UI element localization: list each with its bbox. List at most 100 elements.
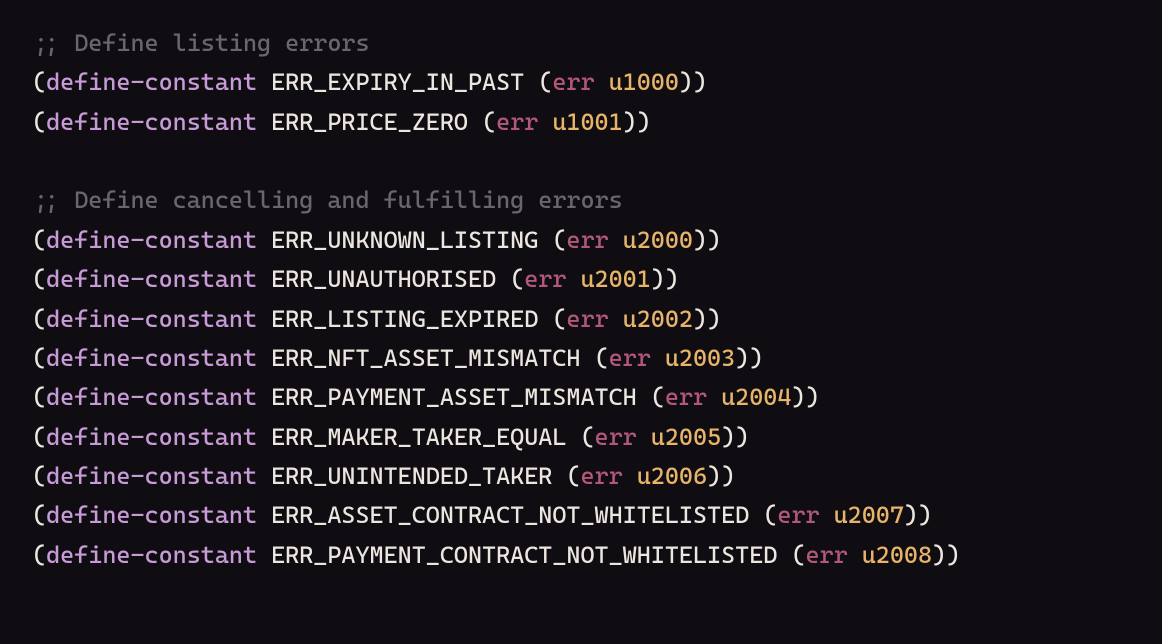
constant-name: ERR_PAYMENT_ASSET_MISMATCH bbox=[271, 383, 637, 411]
keyword-define-constant: define-constant bbox=[46, 108, 257, 136]
keyword-define-constant: define-constant bbox=[46, 344, 257, 372]
paren-close: ) bbox=[918, 501, 932, 529]
paren-open: ( bbox=[32, 265, 46, 293]
paren-close: ) bbox=[735, 344, 749, 372]
uint-literal: u2001 bbox=[580, 265, 650, 293]
uint-literal: u2003 bbox=[665, 344, 735, 372]
blank-line bbox=[32, 142, 1130, 181]
uint-literal: u2006 bbox=[637, 462, 707, 490]
keyword-define-constant: define-constant bbox=[46, 383, 257, 411]
paren-open: ( bbox=[580, 423, 594, 451]
paren-close: ) bbox=[721, 423, 735, 451]
paren-close: ) bbox=[735, 423, 749, 451]
err-fn: err bbox=[566, 305, 608, 333]
paren-close: ) bbox=[623, 108, 637, 136]
code-line: (define-constant ERR_ASSET_CONTRACT_NOT_… bbox=[32, 496, 1130, 535]
paren-open: ( bbox=[32, 108, 46, 136]
code-block: ;; Define listing errors(define-constant… bbox=[0, 0, 1162, 599]
paren-close: ) bbox=[707, 462, 721, 490]
paren-close: ) bbox=[721, 462, 735, 490]
code-comment-line: ;; Define listing errors bbox=[32, 24, 1130, 63]
keyword-define-constant: define-constant bbox=[46, 68, 257, 96]
code-comment-line: ;; Define cancelling and fulfilling erro… bbox=[32, 181, 1130, 220]
paren-close: ) bbox=[651, 265, 665, 293]
keyword-define-constant: define-constant bbox=[46, 501, 257, 529]
uint-literal: u1001 bbox=[552, 108, 622, 136]
code-line: (define-constant ERR_UNINTENDED_TAKER (e… bbox=[32, 457, 1130, 496]
paren-close: ) bbox=[637, 108, 651, 136]
constant-name: ERR_UNAUTHORISED bbox=[271, 265, 496, 293]
err-fn: err bbox=[609, 344, 651, 372]
constant-name: ERR_ASSET_CONTRACT_NOT_WHITELISTED bbox=[271, 501, 749, 529]
uint-literal: u2000 bbox=[623, 226, 693, 254]
paren-open: ( bbox=[566, 462, 580, 490]
err-fn: err bbox=[805, 541, 847, 569]
paren-open: ( bbox=[552, 226, 566, 254]
paren-open: ( bbox=[32, 462, 46, 490]
paren-close: ) bbox=[693, 305, 707, 333]
err-fn: err bbox=[552, 68, 594, 96]
paren-open: ( bbox=[32, 541, 46, 569]
paren-close: ) bbox=[679, 68, 693, 96]
comment-text: ;; Define cancelling and fulfilling erro… bbox=[32, 186, 623, 214]
paren-close: ) bbox=[707, 305, 721, 333]
code-line: (define-constant ERR_LISTING_EXPIRED (er… bbox=[32, 300, 1130, 339]
paren-open: ( bbox=[32, 305, 46, 333]
paren-close: ) bbox=[932, 541, 946, 569]
paren-close: ) bbox=[693, 226, 707, 254]
err-fn: err bbox=[595, 423, 637, 451]
err-fn: err bbox=[496, 108, 538, 136]
keyword-define-constant: define-constant bbox=[46, 265, 257, 293]
paren-open: ( bbox=[595, 344, 609, 372]
err-fn: err bbox=[777, 501, 819, 529]
keyword-define-constant: define-constant bbox=[46, 423, 257, 451]
err-fn: err bbox=[524, 265, 566, 293]
paren-open: ( bbox=[538, 68, 552, 96]
uint-literal: u1000 bbox=[609, 68, 679, 96]
code-line: (define-constant ERR_PAYMENT_CONTRACT_NO… bbox=[32, 536, 1130, 575]
paren-close: ) bbox=[946, 541, 960, 569]
paren-open: ( bbox=[32, 383, 46, 411]
paren-open: ( bbox=[32, 68, 46, 96]
paren-open: ( bbox=[552, 305, 566, 333]
code-line: (define-constant ERR_NFT_ASSET_MISMATCH … bbox=[32, 339, 1130, 378]
uint-literal: u2007 bbox=[834, 501, 904, 529]
paren-close: ) bbox=[904, 501, 918, 529]
code-line: (define-constant ERR_PAYMENT_ASSET_MISMA… bbox=[32, 378, 1130, 417]
paren-close: ) bbox=[707, 226, 721, 254]
constant-name: ERR_LISTING_EXPIRED bbox=[271, 305, 538, 333]
keyword-define-constant: define-constant bbox=[46, 305, 257, 333]
paren-open: ( bbox=[651, 383, 665, 411]
uint-literal: u2005 bbox=[651, 423, 721, 451]
keyword-define-constant: define-constant bbox=[46, 541, 257, 569]
paren-open: ( bbox=[763, 501, 777, 529]
paren-open: ( bbox=[32, 344, 46, 372]
constant-name: ERR_MAKER_TAKER_EQUAL bbox=[271, 423, 566, 451]
uint-literal: u2004 bbox=[721, 383, 791, 411]
paren-open: ( bbox=[482, 108, 496, 136]
paren-open: ( bbox=[510, 265, 524, 293]
err-fn: err bbox=[566, 226, 608, 254]
paren-close: ) bbox=[749, 344, 763, 372]
constant-name: ERR_PAYMENT_CONTRACT_NOT_WHITELISTED bbox=[271, 541, 777, 569]
paren-close: ) bbox=[805, 383, 819, 411]
code-line: (define-constant ERR_EXPIRY_IN_PAST (err… bbox=[32, 63, 1130, 102]
err-fn: err bbox=[580, 462, 622, 490]
code-line: (define-constant ERR_UNAUTHORISED (err u… bbox=[32, 260, 1130, 299]
keyword-define-constant: define-constant bbox=[46, 226, 257, 254]
comment-text: ;; Define listing errors bbox=[32, 29, 370, 57]
err-fn: err bbox=[665, 383, 707, 411]
constant-name: ERR_EXPIRY_IN_PAST bbox=[271, 68, 524, 96]
paren-close: ) bbox=[693, 68, 707, 96]
code-line: (define-constant ERR_UNKNOWN_LISTING (er… bbox=[32, 221, 1130, 260]
uint-literal: u2002 bbox=[623, 305, 693, 333]
paren-close: ) bbox=[665, 265, 679, 293]
code-line: (define-constant ERR_MAKER_TAKER_EQUAL (… bbox=[32, 418, 1130, 457]
uint-literal: u2008 bbox=[862, 541, 932, 569]
paren-open: ( bbox=[32, 501, 46, 529]
paren-open: ( bbox=[791, 541, 805, 569]
keyword-define-constant: define-constant bbox=[46, 462, 257, 490]
constant-name: ERR_UNINTENDED_TAKER bbox=[271, 462, 552, 490]
code-line: (define-constant ERR_PRICE_ZERO (err u10… bbox=[32, 103, 1130, 142]
paren-open: ( bbox=[32, 423, 46, 451]
